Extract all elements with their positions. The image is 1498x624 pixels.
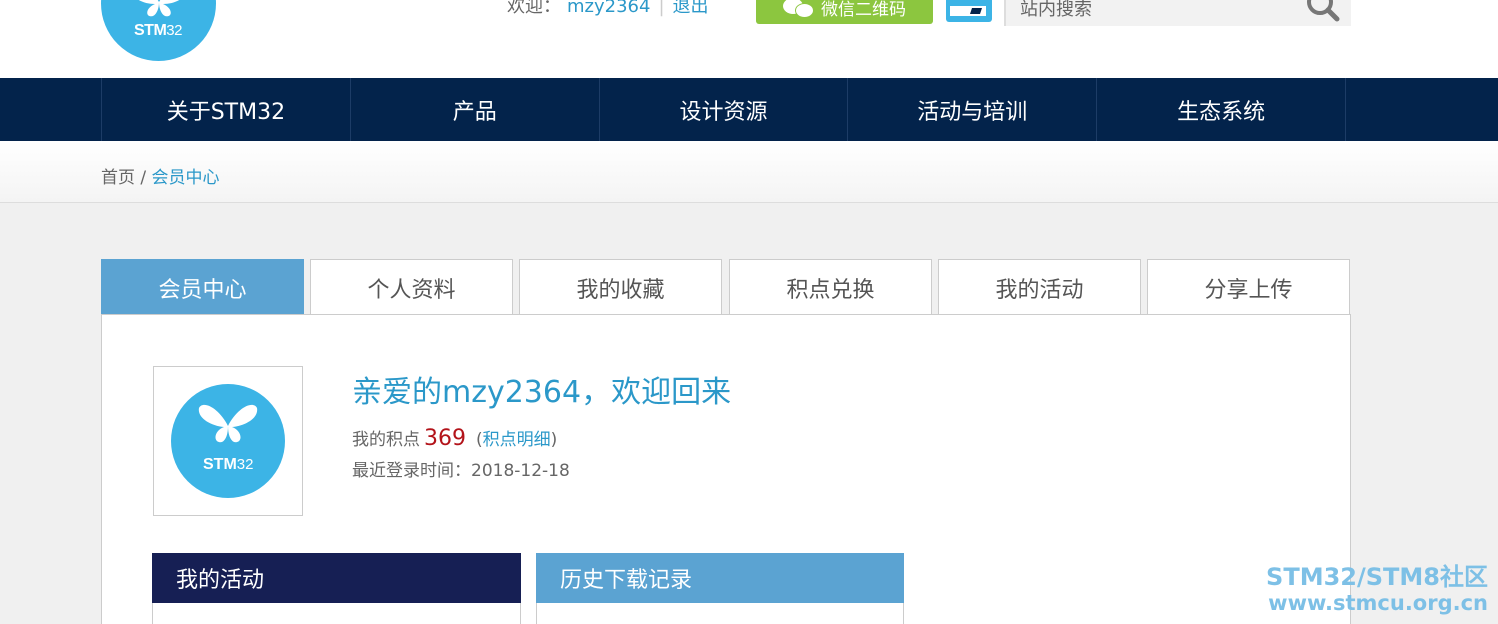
- my-activities-header: 我的活动: [152, 553, 521, 603]
- wechat-button-label: 微信二维码: [821, 0, 906, 20]
- breadcrumb-bar: 首页 / 会员中心: [0, 141, 1498, 203]
- welcome-bar: 欢迎： mzy2364 | 退出: [507, 0, 709, 18]
- tab-share-upload[interactable]: 分享上传: [1147, 259, 1350, 315]
- points-line: 我的积点 369 (积点明细): [352, 425, 557, 451]
- site-header: STM32 欢迎： mzy2364 | 退出 微信二维码: [0, 0, 1498, 78]
- butterfly-icon: [138, 0, 180, 17]
- nav-item-events-training[interactable]: 活动与培训: [848, 78, 1098, 141]
- watermark: STM32/STM8社区 www.stmcu.org.cn: [1266, 564, 1488, 616]
- last-login-time: 最近登录时间：2018-12-18: [352, 461, 570, 481]
- tab-points-exchange[interactable]: 积点兑换: [729, 259, 932, 315]
- logout-link[interactable]: 退出: [673, 0, 709, 17]
- avatar[interactable]: STM32: [153, 366, 303, 516]
- watermark-line2: www.stmcu.org.cn: [1268, 591, 1488, 615]
- breadcrumb: 首页 / 会员中心: [101, 163, 220, 188]
- breadcrumb-current[interactable]: 会员中心: [152, 168, 220, 188]
- points-label: 我的积点: [352, 430, 420, 450]
- search-input[interactable]: [1020, 0, 1290, 22]
- butterfly-icon: [198, 404, 258, 443]
- avatar-circle: STM32: [171, 384, 285, 498]
- nav-item-about[interactable]: 关于STM32: [102, 78, 351, 141]
- breadcrumb-home[interactable]: 首页: [101, 168, 135, 188]
- watermark-line1: STM32/STM8社区: [1266, 563, 1488, 591]
- paren-open: (: [476, 430, 483, 450]
- tab-favorites[interactable]: 我的收藏: [519, 259, 722, 315]
- tab-profile[interactable]: 个人资料: [310, 259, 513, 315]
- points-value: 369: [424, 426, 466, 451]
- breadcrumb-separator: /: [135, 168, 152, 188]
- welcome-heading: 亲爱的mzy2364，欢迎回来: [352, 375, 732, 410]
- nav-item-products[interactable]: 产品: [351, 78, 600, 141]
- member-center-panel: STM32 亲爱的mzy2364，欢迎回来 我的积点 369 (积点明细) 最近登录…: [101, 314, 1351, 624]
- nav-item-ecosystem[interactable]: 生态系统: [1097, 78, 1346, 141]
- nav-item-design-resources[interactable]: 设计资源: [600, 78, 849, 141]
- stm32-logo[interactable]: STM32: [101, 0, 216, 61]
- my-activities-box: [152, 603, 521, 624]
- tab-my-activities[interactable]: 我的活动: [938, 259, 1141, 315]
- paren-close: ): [550, 430, 558, 450]
- st-finder-icon[interactable]: [946, 0, 992, 22]
- member-tabs: 会员中心 个人资料 我的收藏 积点兑换 我的活动 分享上传: [101, 259, 1351, 315]
- separator: |: [658, 0, 665, 17]
- download-history-box: [536, 603, 904, 624]
- logo-text: STM32: [134, 22, 182, 39]
- welcome-label: 欢迎：: [507, 0, 561, 17]
- search-box: [1004, 0, 1351, 26]
- tab-member-center[interactable]: 会员中心: [101, 259, 304, 315]
- search-icon[interactable]: [1306, 0, 1340, 22]
- username-link[interactable]: mzy2364: [567, 0, 650, 17]
- download-history-header: 历史下载记录: [536, 553, 904, 603]
- wechat-qrcode-button[interactable]: 微信二维码: [756, 0, 933, 24]
- main-nav: 关于STM32 产品 设计资源 活动与培训 生态系统: [0, 78, 1498, 141]
- points-detail-link[interactable]: 积点明细: [483, 430, 551, 450]
- wechat-icon: [783, 0, 814, 18]
- avatar-logo-text: STM32: [203, 456, 254, 473]
